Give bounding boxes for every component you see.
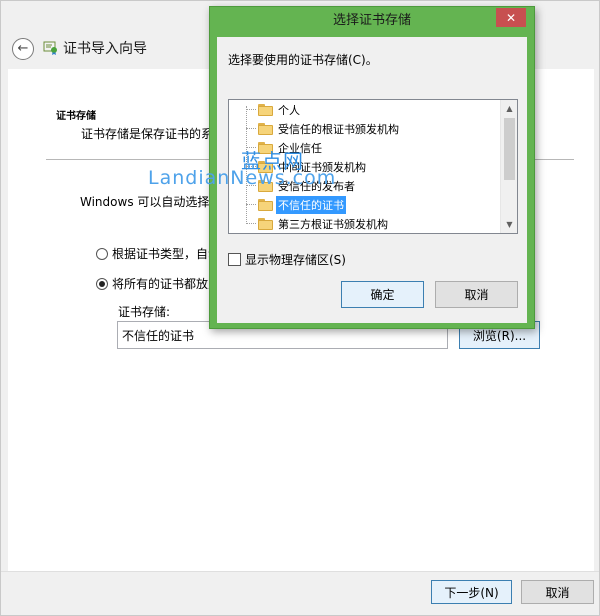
- close-icon: ✕: [505, 10, 517, 25]
- radio-place-all[interactable]: 将所有的证书都放入: [96, 275, 220, 292]
- tree-item-selected[interactable]: 不信任的证书: [246, 195, 346, 214]
- radio-manual-label: 将所有的证书都放入: [112, 277, 221, 291]
- tree-item[interactable]: 受信任的根证书颁发机构: [246, 119, 401, 138]
- ok-button[interactable]: 确定: [341, 281, 424, 308]
- radio-auto-select[interactable]: 根据证书类型，自动: [96, 245, 220, 262]
- next-button[interactable]: 下一步(N): [431, 580, 512, 604]
- tree-item[interactable]: 第三方根证书颁发机构: [246, 214, 390, 233]
- dialog-cancel-button[interactable]: 取消: [435, 281, 518, 308]
- close-button[interactable]: ✕: [496, 8, 526, 27]
- certificate-icon: [43, 41, 57, 55]
- scroll-thumb[interactable]: [504, 118, 515, 180]
- folder-icon: [258, 122, 273, 135]
- folder-icon: [258, 103, 273, 116]
- back-button[interactable]: ←: [12, 38, 34, 60]
- folder-icon: [258, 217, 273, 230]
- wizard-cancel-button[interactable]: 取消: [521, 580, 594, 604]
- vertical-scrollbar[interactable]: ▲ ▼: [500, 100, 517, 233]
- tree-item-label: 个人: [278, 103, 300, 117]
- dialog-prompt: 选择要使用的证书存储(C)。: [228, 53, 378, 67]
- watermark-en: LandianNews.com: [148, 167, 337, 189]
- store-label: 证书存储:: [118, 305, 171, 319]
- tree-item[interactable]: 个人: [246, 100, 302, 119]
- section-heading: 证书存储: [56, 111, 96, 122]
- section-description: 证书存储是保存证书的系统: [81, 127, 226, 141]
- radio-button-selected[interactable]: [96, 277, 108, 290]
- auto-select-text: Windows 可以自动选择证: [80, 195, 222, 209]
- scroll-down-icon[interactable]: ▼: [501, 216, 517, 233]
- folder-icon: [258, 198, 273, 211]
- tree-item-label: 第三方根证书颁发机构: [278, 217, 388, 231]
- checkbox[interactable]: [228, 253, 241, 266]
- tree-item-label: 受信任的根证书颁发机构: [278, 122, 399, 136]
- show-physical-stores[interactable]: 显示物理存储区(S): [228, 251, 346, 268]
- wizard-title: 证书导入向导: [63, 41, 147, 57]
- radio-auto-label: 根据证书类型，自动: [112, 247, 221, 261]
- tree-item-label: 不信任的证书: [276, 195, 346, 214]
- scroll-up-icon[interactable]: ▲: [501, 100, 517, 117]
- radio-button[interactable]: [96, 247, 108, 260]
- arrow-left-icon: ←: [17, 41, 29, 56]
- show-physical-label: 显示物理存储区(S): [245, 253, 346, 267]
- wizard-footer: 下一步(N) 取消: [1, 571, 599, 615]
- dialog-title: 选择证书存储: [332, 13, 411, 28]
